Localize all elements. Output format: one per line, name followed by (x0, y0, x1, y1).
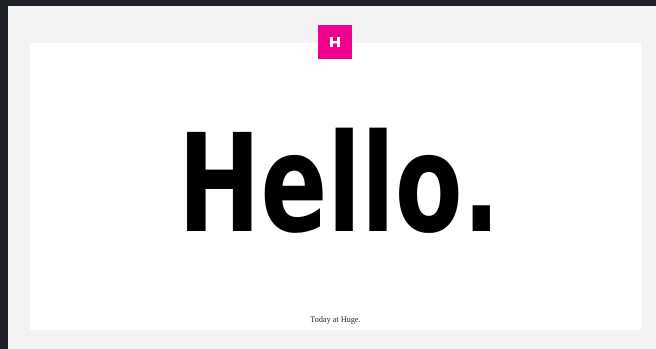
hero-headline: Hello. (178, 106, 500, 264)
huge-logo-icon[interactable] (318, 25, 352, 59)
hero-headline-svg: Hello. (178, 106, 500, 264)
footer-tagline: Today at Huge. (310, 315, 361, 324)
logo-letter-icon (330, 37, 340, 47)
page-background: Hello. Today at Huge. (8, 6, 656, 349)
hero-card: Hello. Today at Huge. (30, 43, 641, 330)
hero-headline-container: Hello. (30, 43, 641, 330)
